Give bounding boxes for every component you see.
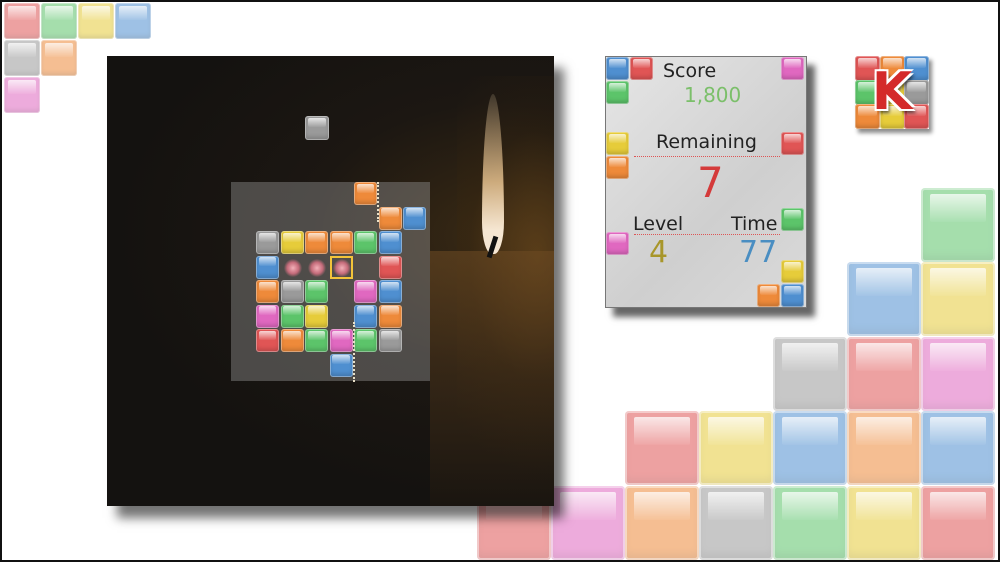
panel-block-green xyxy=(606,81,629,104)
grid-block-orange[interactable] xyxy=(354,182,377,205)
panel-block-yellow xyxy=(781,260,804,283)
panel-block-green xyxy=(781,208,804,231)
grid-block-green[interactable] xyxy=(280,304,304,328)
grid-block-gray[interactable] xyxy=(280,280,304,303)
decor-block-pink xyxy=(551,486,625,560)
panel-block-orange xyxy=(606,156,629,179)
grid-block-red[interactable] xyxy=(256,329,279,352)
panel-block-red xyxy=(781,132,804,155)
decor-block-red xyxy=(4,3,40,39)
grid-block-blue[interactable] xyxy=(256,255,279,279)
panel-block-pink xyxy=(781,57,804,80)
decor-block-orange xyxy=(847,411,921,485)
panel-block-blue xyxy=(781,284,804,307)
level-label: Level xyxy=(633,213,684,235)
time-value: 77 xyxy=(739,235,778,270)
grid-block-blue[interactable] xyxy=(403,206,426,230)
grid-block-blue[interactable] xyxy=(354,304,377,328)
decor-block-red xyxy=(921,486,995,560)
divider-line xyxy=(634,156,780,157)
decor-block-gray xyxy=(699,486,773,560)
cleared-sparkle-icon xyxy=(283,258,302,277)
selection-cursor[interactable] xyxy=(329,255,353,279)
decor-block-gray xyxy=(4,40,40,76)
grid-block-blue[interactable] xyxy=(378,280,402,303)
score-label: Score xyxy=(663,60,717,82)
decor-block-blue xyxy=(847,262,921,336)
decor-block-yellow xyxy=(78,3,114,39)
decor-block-orange xyxy=(41,40,77,76)
grid-block-orange[interactable] xyxy=(378,304,402,328)
panel-block-blue xyxy=(606,57,629,80)
grid-block-green[interactable] xyxy=(305,280,328,303)
remaining-label: Remaining xyxy=(656,131,757,153)
panel-block-orange xyxy=(757,284,780,307)
panel-block-yellow xyxy=(606,132,629,155)
grid-block-red[interactable] xyxy=(378,255,402,279)
decor-block-pink xyxy=(4,77,40,113)
grid-block-orange[interactable] xyxy=(329,231,353,254)
grid-block-green[interactable] xyxy=(305,329,328,352)
decor-block-red xyxy=(625,411,699,485)
guide-line xyxy=(377,182,379,222)
game-screen: Score 1,800 Remaining 7 Level Time 4 77 … xyxy=(0,0,1000,562)
decor-block-red xyxy=(847,337,921,411)
falling-block-gray xyxy=(305,116,329,140)
decor-block-green xyxy=(41,3,77,39)
grid-block-pink[interactable] xyxy=(256,304,279,328)
time-label: Time xyxy=(731,213,778,235)
grid-block-orange[interactable] xyxy=(280,329,304,352)
logo: K xyxy=(855,56,929,129)
decor-block-yellow xyxy=(699,411,773,485)
score-value: 1,800 xyxy=(684,83,742,107)
remaining-value: 7 xyxy=(697,158,724,207)
decor-block-blue xyxy=(921,411,995,485)
decor-block-gray xyxy=(773,337,847,411)
candle-wax xyxy=(430,251,554,506)
grid-block-orange[interactable] xyxy=(256,280,279,303)
grid-block-gray[interactable] xyxy=(256,231,279,254)
grid-block-blue[interactable] xyxy=(329,353,353,377)
decor-block-orange xyxy=(625,486,699,560)
decor-block-yellow xyxy=(921,262,995,336)
game-board[interactable] xyxy=(107,56,554,506)
decor-block-pink xyxy=(921,337,995,411)
grid-block-orange[interactable] xyxy=(378,206,402,230)
guide-line xyxy=(353,322,355,382)
grid-block-green[interactable] xyxy=(354,231,377,254)
level-value: 4 xyxy=(649,235,669,270)
decor-block-yellow xyxy=(847,486,921,560)
score-panel: Score 1,800 Remaining 7 Level Time 4 77 xyxy=(605,56,807,308)
panel-block-pink xyxy=(606,232,629,255)
cleared-sparkle-icon xyxy=(308,258,326,277)
k-logo-icon: K xyxy=(871,62,913,122)
grid-block-pink[interactable] xyxy=(354,280,377,303)
decor-block-blue xyxy=(115,3,151,39)
panel-block-red xyxy=(630,57,653,80)
decor-block-blue xyxy=(773,411,847,485)
grid-block-gray[interactable] xyxy=(378,329,402,352)
grid-block-green[interactable] xyxy=(354,329,377,352)
grid-block-pink[interactable] xyxy=(329,329,353,352)
grid-block-blue[interactable] xyxy=(378,231,402,254)
grid-block-yellow[interactable] xyxy=(280,231,304,254)
play-area[interactable] xyxy=(231,182,430,382)
decor-block-green xyxy=(921,188,995,262)
grid-block-orange[interactable] xyxy=(305,231,328,254)
grid-block-yellow[interactable] xyxy=(305,304,328,328)
decor-block-green xyxy=(773,486,847,560)
